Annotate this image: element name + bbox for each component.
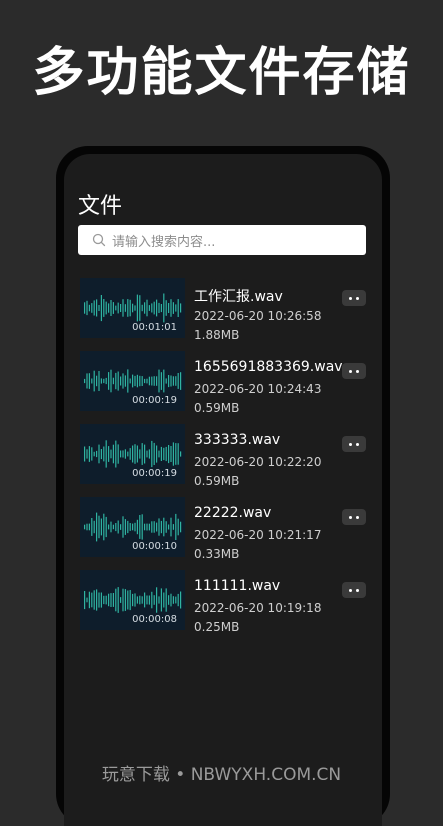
waveform-thumbnail[interactable]: 00:01:01: [80, 278, 185, 338]
file-list: 00:01:01 工作汇报.wav 2022-06-20 10:26:58 1.…: [64, 278, 382, 643]
search-input[interactable]: 请输入搜索内容...: [78, 225, 366, 255]
file-name: 1655691883369.wav: [194, 359, 343, 375]
more-dots-icon: [349, 588, 359, 592]
file-time: 2022-06-20 10:26:58: [194, 309, 322, 323]
file-name: 工作汇报.wav: [194, 289, 283, 305]
file-time: 2022-06-20 10:19:18: [194, 601, 322, 615]
file-duration: 00:00:10: [132, 541, 177, 552]
more-button[interactable]: [342, 582, 366, 598]
file-item[interactable]: 00:00:10 22222.wav 2022-06-20 10:21:17 0…: [64, 497, 382, 570]
file-time: 2022-06-20 10:24:43: [194, 382, 322, 396]
waveform-thumbnail[interactable]: 00:00:10: [80, 497, 185, 557]
file-time: 2022-06-20 10:22:20: [194, 455, 322, 469]
banner-title: 多功能文件存储: [32, 43, 411, 103]
file-name: 22222.wav: [194, 505, 272, 521]
file-name: 333333.wav: [194, 432, 281, 448]
file-duration: 00:00:19: [132, 395, 177, 406]
file-duration: 00:00:19: [132, 468, 177, 479]
waveform-thumbnail[interactable]: 00:00:19: [80, 351, 185, 411]
file-name: 111111.wav: [194, 578, 281, 594]
file-item[interactable]: 00:00:08 111111.wav 2022-06-20 10:19:18 …: [64, 570, 382, 643]
file-item[interactable]: 00:00:19 333333.wav 2022-06-20 10:22:20 …: [64, 424, 382, 497]
waveform-thumbnail[interactable]: 00:00:19: [80, 424, 185, 484]
more-button[interactable]: [342, 363, 366, 379]
search-icon: [92, 233, 106, 247]
file-size: 1.88MB: [194, 328, 240, 342]
more-button[interactable]: [342, 436, 366, 452]
file-time: 2022-06-20 10:21:17: [194, 528, 322, 542]
file-item[interactable]: 00:01:01 工作汇报.wav 2022-06-20 10:26:58 1.…: [64, 278, 382, 351]
file-size: 0.33MB: [194, 547, 240, 561]
more-dots-icon: [349, 296, 359, 300]
file-item[interactable]: 00:00:19 1655691883369.wav 2022-06-20 10…: [64, 351, 382, 424]
more-dots-icon: [349, 442, 359, 446]
file-size: 0.59MB: [194, 401, 240, 415]
file-size: 0.59MB: [194, 474, 240, 488]
phone-frame: 文件 请输入搜索内容... 00:01:01 工作汇报.wav 2022-06-…: [56, 146, 390, 826]
more-button[interactable]: [342, 509, 366, 525]
more-dots-icon: [349, 515, 359, 519]
file-size: 0.25MB: [194, 620, 240, 634]
waveform-thumbnail[interactable]: 00:00:08: [80, 570, 185, 630]
page-title: 文件: [78, 194, 123, 219]
file-duration: 00:01:01: [132, 322, 177, 333]
more-dots-icon: [349, 369, 359, 373]
more-button[interactable]: [342, 290, 366, 306]
file-duration: 00:00:08: [132, 614, 177, 625]
app-screen: 文件 请输入搜索内容... 00:01:01 工作汇报.wav 2022-06-…: [64, 154, 382, 826]
search-placeholder: 请输入搜索内容...: [112, 234, 216, 250]
watermark: 玩意下载 • NBWYXH.COM.CN: [101, 765, 342, 785]
